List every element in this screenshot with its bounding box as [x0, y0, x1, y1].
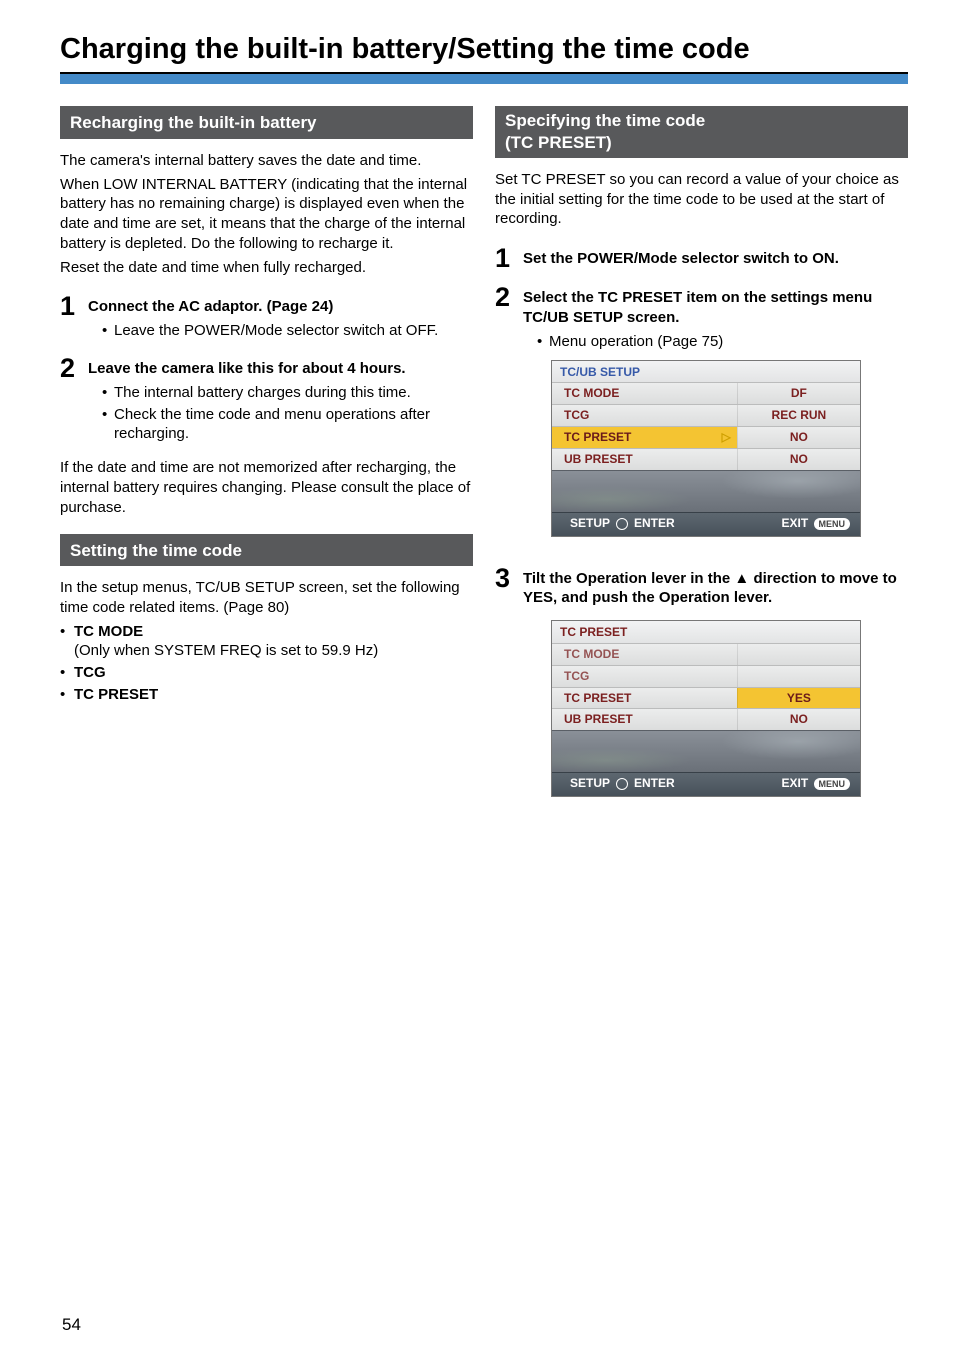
- menu-row-label: TCG: [552, 666, 737, 687]
- menu-row-value: DF: [737, 383, 860, 404]
- menu-row: UB PRESET NO: [552, 708, 860, 730]
- menu-row-label: TCG: [552, 405, 737, 426]
- step-title: Select the TC PRESET item on the setting…: [523, 289, 872, 326]
- menu-row: TCG: [552, 665, 860, 687]
- menu-row-label: TC PRESET ▷: [552, 427, 737, 448]
- menu-row-value: [737, 666, 860, 687]
- menu-row-value: NO: [737, 449, 860, 470]
- header-line-2: (TC PRESET): [505, 133, 612, 152]
- specify-intro: Set TC PRESET so you can record a value …: [495, 170, 908, 229]
- footer-setup: SETUP: [570, 776, 610, 792]
- dpad-icon: [616, 518, 628, 530]
- recharge-steps: 1 Connect the AC adaptor. (Page 24) Leav…: [60, 293, 473, 446]
- tc-item-tcg: TCG: [60, 663, 473, 683]
- step-number: 3: [495, 565, 515, 592]
- tc-item-preset: TC PRESET: [60, 685, 473, 705]
- step-number: 1: [495, 245, 515, 272]
- menu-row-label: TC MODE: [552, 383, 737, 404]
- step-title: Leave the camera like this for about 4 h…: [88, 360, 406, 377]
- menu-row-value: [737, 644, 860, 665]
- tc-item-note: (Only when SYSTEM FREQ is set to 59.9 Hz…: [74, 642, 378, 659]
- section-header-setting-tc: Setting the time code: [60, 534, 473, 566]
- menu-row-label: TC MODE: [552, 644, 737, 665]
- specify-steps: 1 Set the POWER/Mode selector switch to …: [495, 245, 908, 813]
- intro-para-3: Reset the date and time when fully recha…: [60, 258, 473, 278]
- spec-step-2: 2 Select the TC PRESET item on the setti…: [495, 284, 908, 552]
- screen-title: TC PRESET: [552, 621, 860, 643]
- spec-step-2-bullet: Menu operation (Page 75): [537, 332, 908, 352]
- tc-item-mode: TC MODE (Only when SYSTEM FREQ is set to…: [60, 622, 473, 662]
- step-2: 2 Leave the camera like this for about 4…: [60, 355, 473, 446]
- header-line-1: Specifying the time code: [505, 111, 705, 130]
- menu-screen-1: TC/UB SETUP TC MODE DF TCG REC RUN TC PR…: [551, 360, 861, 537]
- dpad-icon: [616, 778, 628, 790]
- screen-footer: SETUP ENTER EXIT MENU: [552, 512, 860, 536]
- menu-row-value-highlighted: YES: [737, 688, 860, 709]
- menu-row: TC PRESET YES: [552, 687, 860, 709]
- screen-footer: SETUP ENTER EXIT MENU: [552, 772, 860, 796]
- footer-enter: ENTER: [634, 516, 675, 532]
- section-header-specifying: Specifying the time code (TC PRESET): [495, 106, 908, 158]
- step-1-bullet: Leave the POWER/Mode selector switch at …: [102, 321, 473, 341]
- menu-screen-2: TC PRESET TC MODE TCG TC PRESET YES: [551, 620, 861, 797]
- step-2-bullet-1: The internal battery charges during this…: [102, 383, 473, 403]
- menu-row-value: REC RUN: [737, 405, 860, 426]
- menu-row-highlighted: TC PRESET ▷ NO: [552, 426, 860, 448]
- menu-row-value: NO: [737, 427, 860, 448]
- intro-para-1: The camera's internal battery saves the …: [60, 151, 473, 171]
- step-title: Tilt the Operation lever in the ▲ direct…: [523, 570, 897, 607]
- step-number: 2: [495, 284, 515, 311]
- page-number: 54: [62, 1314, 81, 1336]
- page-title: Charging the built-in battery/Setting th…: [60, 30, 908, 68]
- menu-badge: MENU: [814, 518, 851, 530]
- screen-title: TC/UB SETUP: [552, 361, 860, 383]
- section-header-recharging: Recharging the built-in battery: [60, 106, 473, 138]
- menu-row: TCG REC RUN: [552, 404, 860, 426]
- step-title: Connect the AC adaptor. (Page 24): [88, 298, 333, 315]
- footer-exit: EXIT MENU: [781, 516, 850, 532]
- menu-row-label: UB PRESET: [552, 709, 737, 730]
- screen-blank-area: [552, 470, 860, 512]
- closing-note: If the date and time are not memorized a…: [60, 458, 473, 517]
- title-rule: [60, 72, 908, 84]
- menu-row-label: TC PRESET: [552, 688, 737, 709]
- footer-enter: ENTER: [634, 776, 675, 792]
- step-number: 2: [60, 355, 80, 382]
- right-column: Specifying the time code (TC PRESET) Set…: [495, 106, 908, 825]
- intro-para-2: When LOW INTERNAL BATTERY (indicating th…: [60, 175, 473, 254]
- menu-badge: MENU: [814, 778, 851, 790]
- tc-items: TC MODE (Only when SYSTEM FREQ is set to…: [60, 622, 473, 705]
- step-title: Set the POWER/Mode selector switch to ON…: [523, 250, 839, 267]
- step-number: 1: [60, 293, 80, 320]
- cursor-icon: ▷: [722, 430, 731, 446]
- step-1: 1 Connect the AC adaptor. (Page 24) Leav…: [60, 293, 473, 343]
- menu-row: TC MODE DF: [552, 382, 860, 404]
- tc-item-label: TC PRESET: [74, 686, 158, 703]
- menu-row: TC MODE: [552, 643, 860, 665]
- menu-row-value: NO: [737, 709, 860, 730]
- menu-row: UB PRESET NO: [552, 448, 860, 470]
- menu-row-label: UB PRESET: [552, 449, 737, 470]
- footer-setup: SETUP: [570, 516, 610, 532]
- footer-exit: EXIT MENU: [781, 776, 850, 792]
- tc-item-label: TCG: [74, 664, 106, 681]
- step-2-bullet-2: Check the time code and menu operations …: [102, 405, 473, 445]
- screen-blank-area: [552, 730, 860, 772]
- content-columns: Recharging the built-in battery The came…: [60, 106, 908, 825]
- tc-item-label: TC MODE: [74, 623, 143, 640]
- spec-step-3: 3 Tilt the Operation lever in the ▲ dire…: [495, 565, 908, 814]
- spec-step-1: 1 Set the POWER/Mode selector switch to …: [495, 245, 908, 272]
- tc-intro: In the setup menus, TC/UB SETUP screen, …: [60, 578, 473, 618]
- left-column: Recharging the built-in battery The came…: [60, 106, 473, 825]
